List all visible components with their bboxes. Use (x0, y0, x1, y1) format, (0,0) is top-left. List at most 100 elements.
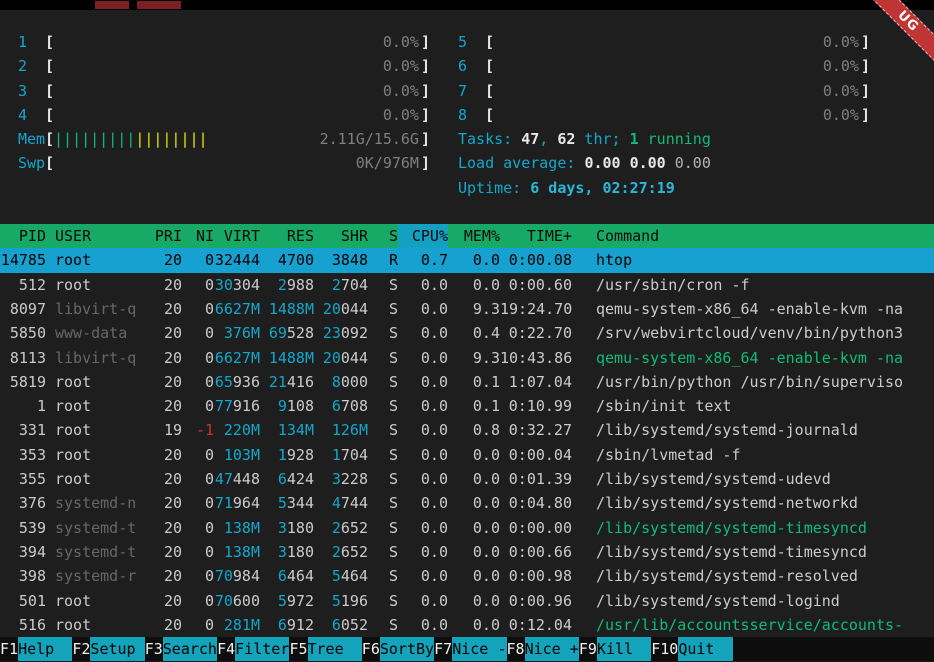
cell-nice: 0 (182, 589, 214, 613)
tasks-count: 47 (521, 127, 539, 151)
process-row[interactable]: 539systemd-t200138M31802652S0.00.00:00.0… (0, 516, 934, 540)
cell-shr: 5464 (314, 564, 368, 588)
function-key-f4[interactable]: F4Filter (217, 637, 289, 661)
process-row[interactable]: 14785root2003244447003848R0.70.00:00.08h… (0, 248, 934, 272)
tasks-label: Tasks: (458, 127, 521, 151)
cell-priority: 20 (141, 564, 182, 588)
function-key-f2[interactable]: F2Setup (72, 637, 144, 661)
cell-nice: 0 (182, 321, 214, 345)
function-key-name: F3 (145, 637, 163, 661)
cell-command: /usr/sbin/cron -f (572, 273, 934, 297)
function-key-f5[interactable]: F5Tree (289, 637, 361, 661)
meter-bracket: ] (421, 103, 430, 127)
swp-meter: Swp[0K/976M] (18, 151, 430, 175)
cell-nice: 0 (182, 443, 214, 467)
column-header-time[interactable]: TIME+ (500, 224, 572, 248)
process-row[interactable]: 512root2003030429882704S0.00.00:00.60/us… (0, 273, 934, 297)
process-row[interactable]: 8097libvirt-q2006627M1488M20044S0.09.319… (0, 297, 934, 321)
column-header-pid[interactable]: PID (0, 224, 46, 248)
function-key-name: F4 (217, 637, 235, 661)
function-key-f9[interactable]: F9Kill (579, 637, 651, 661)
cell-shr: 4744 (314, 491, 368, 515)
process-row[interactable]: 8113libvirt-q2006627M1488M20044S0.09.310… (0, 346, 934, 370)
cell-command: /lib/systemd/systemd-journald (572, 418, 934, 442)
function-key-f8[interactable]: F8Nice + (507, 637, 579, 661)
cell-mem-percent: 0.0 (448, 589, 500, 613)
column-header-user[interactable]: USER (46, 224, 141, 248)
process-table: 14785root2003244447003848R0.70.00:00.08h… (0, 248, 934, 637)
meter-bracket: [ (485, 30, 494, 54)
cell-command: /sbin/lvmetad -f (572, 443, 934, 467)
meter-bracket: [ (485, 79, 494, 103)
cell-priority: 20 (141, 394, 182, 418)
column-header-shr[interactable]: SHR (314, 224, 368, 248)
cell-cpu-percent: 0.0 (398, 418, 448, 442)
cell-pid: 8113 (0, 346, 46, 370)
meter-bracket: [ (45, 151, 54, 175)
cell-cpu-percent: 0.0 (398, 491, 448, 515)
process-row[interactable]: 5819root20065936214168000S0.00.11:07.04/… (0, 370, 934, 394)
process-row[interactable]: 353root200103M19281704S0.00.00:00.04/sbi… (0, 443, 934, 467)
column-header-s[interactable]: S (368, 224, 398, 248)
process-row[interactable]: 331root19-1220M134M126MS0.00.80:32.27/li… (0, 418, 934, 442)
cell-user: root (46, 467, 141, 491)
function-key-f10[interactable]: F10Quit (651, 637, 732, 661)
cell-nice: 0 (182, 370, 214, 394)
process-row[interactable]: 501root2007060059725196S0.00.00:00.96/li… (0, 589, 934, 613)
process-row[interactable]: 5850www-data200376M6952823092S0.00.40:22… (0, 321, 934, 345)
cell-time: 0:04.80 (500, 491, 572, 515)
cell-user: www-data (46, 321, 141, 345)
column-header-virt[interactable]: VIRT (214, 224, 260, 248)
process-row[interactable]: 398systemd-r2007098464645464S0.00.00:00.… (0, 564, 934, 588)
cell-shr: 126M (314, 418, 368, 442)
cell-cpu-percent: 0.0 (398, 321, 448, 345)
cell-nice: 0 (182, 467, 214, 491)
cell-res: 134M (260, 418, 314, 442)
cell-res: 5344 (260, 491, 314, 515)
column-header-cmd[interactable]: Command (572, 224, 934, 248)
cpu-meter-value: 0.0% (823, 30, 859, 54)
process-row[interactable]: 376systemd-n2007196453444744S0.00.00:04.… (0, 491, 934, 515)
cell-time: 0:32.27 (500, 418, 572, 442)
cell-pid: 501 (0, 589, 46, 613)
meter-bracket: ] (421, 127, 430, 151)
column-header-ni[interactable]: NI (182, 224, 214, 248)
cell-state: S (368, 443, 398, 467)
function-key-action: Nice + (525, 637, 579, 661)
htop-meter-panel: 1[0.0%]2[0.0%]3[0.0%]4[0.0%] Mem[|||||||… (0, 30, 934, 200)
cell-cpu-percent: 0.0 (398, 370, 448, 394)
load-fifteen: 0.00 (675, 151, 711, 175)
cell-virt: 47448 (214, 467, 260, 491)
mem-meter-value: 2.11G/15.6G (320, 127, 419, 151)
column-header-cpu[interactable]: CPU% (398, 224, 448, 248)
cell-shr: 3228 (314, 467, 368, 491)
meter-bracket: ] (421, 151, 430, 175)
cell-mem-percent: 0.8 (448, 418, 500, 442)
column-header-pri[interactable]: PRI (141, 224, 182, 248)
function-key-f1[interactable]: F1Help (0, 637, 72, 661)
column-header-mem[interactable]: MEM% (448, 224, 500, 248)
cell-time: 0:00.60 (500, 273, 572, 297)
cell-time: 0:00.96 (500, 589, 572, 613)
cpu-meter-label: 5 (458, 30, 485, 54)
cell-nice: 0 (182, 394, 214, 418)
cell-mem-percent: 0.0 (448, 564, 500, 588)
process-row[interactable]: 1root2007791691086708S0.00.10:10.99/sbin… (0, 394, 934, 418)
cell-user: libvirt-q (46, 297, 141, 321)
function-key-f7[interactable]: F7Nice - (434, 637, 506, 661)
column-header-res[interactable]: RES (260, 224, 314, 248)
process-row[interactable]: 394systemd-t200138M31802652S0.00.00:00.6… (0, 540, 934, 564)
cell-state: S (368, 321, 398, 345)
function-key-name: F8 (507, 637, 525, 661)
process-row[interactable]: 355root2004744864243228S0.00.00:01.39/li… (0, 467, 934, 491)
cell-res: 69528 (260, 321, 314, 345)
function-key-f6[interactable]: F6SortBy (362, 637, 434, 661)
function-key-f3[interactable]: F3Search (145, 637, 217, 661)
cell-pid: 516 (0, 613, 46, 637)
cell-cpu-percent: 0.0 (398, 467, 448, 491)
cpu-meter-body: 0.0% (494, 30, 861, 54)
cell-shr: 8000 (314, 370, 368, 394)
cell-cpu-percent: 0.0 (398, 564, 448, 588)
process-row[interactable]: 516root200281M69126052S0.00.00:12.04/usr… (0, 613, 934, 637)
cell-mem-percent: 0.4 (448, 321, 500, 345)
